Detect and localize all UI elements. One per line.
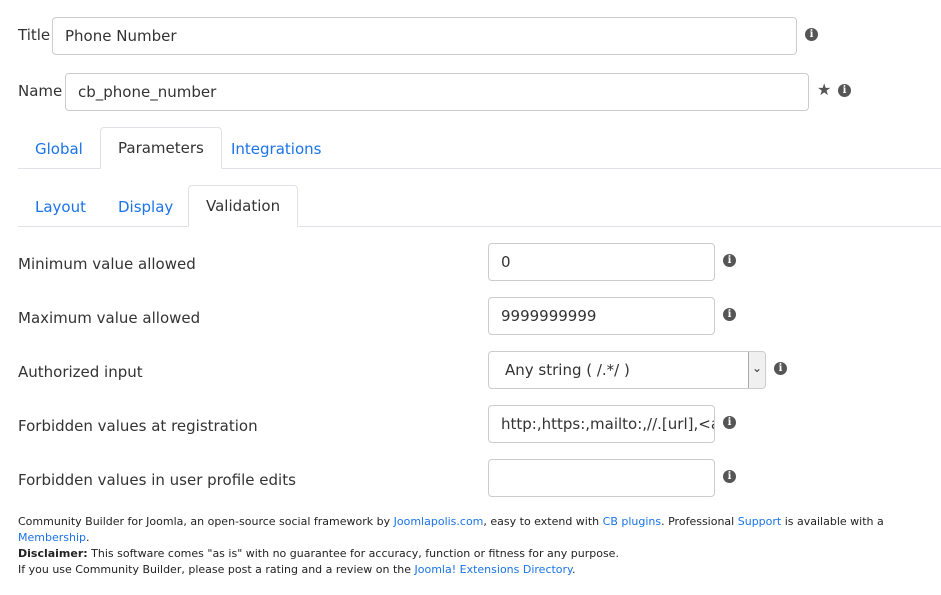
- tab-layout[interactable]: Layout: [18, 186, 103, 227]
- footer-line-1: Community Builder for Joomla, an open-so…: [18, 514, 933, 546]
- info-icon[interactable]: i: [805, 28, 818, 41]
- info-icon[interactable]: i: [723, 254, 736, 267]
- footer: Community Builder for Joomla, an open-so…: [18, 514, 933, 578]
- footer-text: Community Builder for Joomla, an open-so…: [18, 515, 394, 528]
- joomlapolis-link[interactable]: Joomlapolis.com: [394, 515, 484, 528]
- footer-text: is available with a: [781, 515, 884, 528]
- tab-validation[interactable]: Validation: [188, 185, 299, 227]
- footer-line-3: If you use Community Builder, please pos…: [18, 562, 933, 578]
- info-icon[interactable]: i: [723, 308, 736, 321]
- authorized-input-value: Any string ( /.*/ ): [505, 361, 630, 379]
- max-value-label: Maximum value allowed: [18, 309, 201, 327]
- footer-text: If you use Community Builder, please pos…: [18, 563, 415, 576]
- support-link[interactable]: Support: [738, 515, 781, 528]
- tab-integrations[interactable]: Integrations: [214, 128, 338, 169]
- tab-global[interactable]: Global: [18, 128, 100, 169]
- forbidden-edits-label: Forbidden values in user profile edits: [18, 471, 296, 489]
- authorized-input-label: Authorized input: [18, 363, 143, 381]
- disclaimer-text: This software comes "as is" with no guar…: [87, 547, 619, 560]
- star-icon: ★: [817, 80, 832, 99]
- footer-text: .: [572, 563, 576, 576]
- forbidden-registration-input[interactable]: http:,https:,mailto:,//.[url],<a,: [488, 405, 715, 443]
- tab-parameters[interactable]: Parameters: [100, 127, 222, 169]
- disclaimer-label: Disclaimer:: [18, 547, 88, 560]
- cb-plugins-link[interactable]: CB plugins: [603, 515, 661, 528]
- footer-text: . Professional: [661, 515, 738, 528]
- chevron-down-icon: ⌄: [751, 361, 763, 375]
- forbidden-registration-label: Forbidden values at registration: [18, 417, 258, 435]
- membership-link[interactable]: Membership: [18, 531, 86, 544]
- footer-line-2: Disclaimer: This software comes "as is" …: [18, 546, 933, 562]
- min-value-label: Minimum value allowed: [18, 255, 196, 273]
- tab-display[interactable]: Display: [101, 186, 190, 227]
- title-input[interactable]: Phone Number: [52, 17, 797, 55]
- footer-text: .: [86, 531, 90, 544]
- title-label: Title: [18, 26, 51, 44]
- jed-link[interactable]: Joomla! Extensions Directory: [415, 563, 572, 576]
- info-icon[interactable]: i: [774, 362, 787, 375]
- select-dropdown-button[interactable]: ⌄: [748, 352, 765, 388]
- footer-text: , easy to extend with: [483, 515, 603, 528]
- max-value-input[interactable]: 9999999999: [488, 297, 715, 335]
- name-input[interactable]: cb_phone_number: [65, 73, 809, 111]
- min-value-input[interactable]: 0: [488, 243, 715, 281]
- authorized-input-select[interactable]: Any string ( /.*/ ) ⌄: [488, 351, 766, 389]
- info-icon[interactable]: i: [723, 416, 736, 429]
- name-label: Name: [18, 82, 63, 100]
- info-icon[interactable]: i: [723, 470, 736, 483]
- info-icon[interactable]: i: [838, 84, 851, 97]
- forbidden-edits-input[interactable]: [488, 459, 715, 497]
